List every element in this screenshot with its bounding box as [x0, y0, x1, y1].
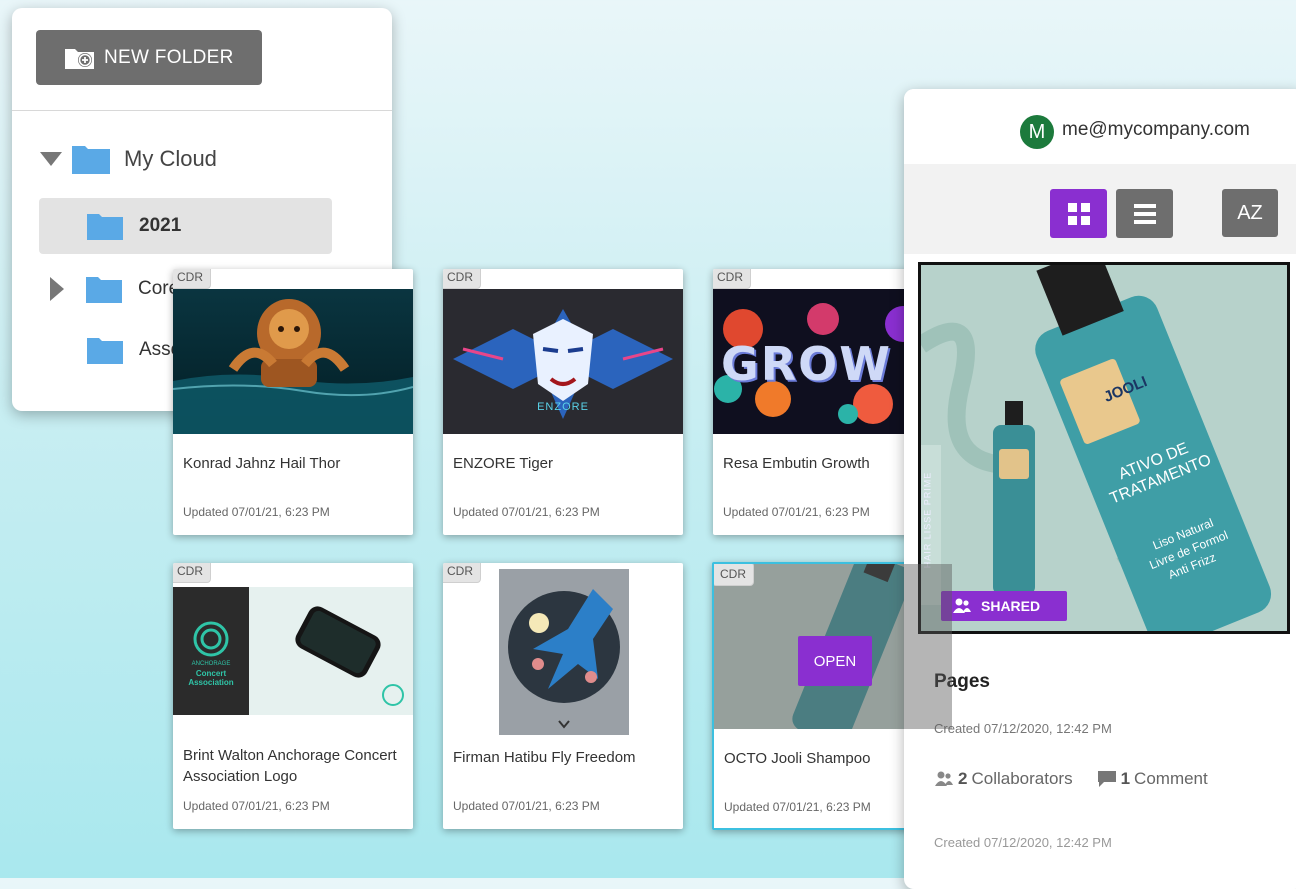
user-email[interactable]: me@mycompany.com [1062, 119, 1250, 141]
file-thumbnail [443, 569, 683, 735]
file-title: ENZORE Tiger [453, 455, 554, 472]
comments-count: 1 [1120, 769, 1131, 788]
file-type-badge: CDR [713, 269, 751, 289]
tree-item-2021[interactable]: 2021 [87, 212, 181, 240]
thumb-text: Concert Association [188, 669, 234, 687]
preview-text: HAIR LISSE PRIME [922, 471, 933, 569]
file-type-badge: CDR [173, 563, 211, 583]
sort-az-button[interactable]: AZ [1222, 189, 1278, 237]
thumb-text: ENZORE [537, 401, 589, 413]
file-updated: Updated 07/01/21, 6:23 PM [183, 505, 330, 519]
collaboration-info: 2 Collaborators 1 Comment [934, 769, 1208, 789]
grid-view-button[interactable] [1050, 189, 1107, 238]
new-folder-label: NEW FOLDER [104, 46, 234, 68]
file-card[interactable]: CDR Konrad Jahnz Hail Thor Updated 07/01… [173, 269, 413, 535]
tree-item-assets[interactable]: Asse [87, 336, 181, 364]
created-date-footer: Created 07/12/2020, 12:42 PM [934, 835, 1112, 850]
shared-badge: SHARED [941, 591, 1067, 621]
chevron-down-icon[interactable] [40, 152, 62, 166]
panel-divider [12, 110, 392, 111]
collaborators-count: 2 [958, 769, 968, 788]
shared-users-icon [953, 598, 971, 613]
thumb-text: GROW [721, 337, 893, 391]
new-folder-icon [65, 48, 94, 69]
file-type-badge: CDR [443, 269, 481, 289]
collaborators-label[interactable]: Collaborators [971, 769, 1072, 789]
tree-label-2021: 2021 [139, 215, 182, 236]
open-button[interactable]: OPEN [798, 636, 872, 686]
folder-icon [87, 214, 123, 240]
file-type-badge: CDR [714, 564, 754, 586]
file-title: Brint Walton Anchorage Concert Associati… [183, 747, 397, 785]
comment-icon [1097, 771, 1116, 787]
file-thumbnail: ANCHORAGE Concert Association [173, 587, 413, 715]
thumb-text: ANCHORAGE [191, 661, 231, 667]
shared-label: SHARED [981, 598, 1041, 614]
file-updated: Updated 07/01/21, 6:23 PM [183, 799, 330, 813]
chevron-right-icon[interactable] [50, 277, 64, 301]
tree-item-my-cloud[interactable]: My Cloud [40, 144, 217, 174]
grid-icon [1067, 202, 1090, 225]
file-title: Firman Hatibu Fly Freedom [453, 749, 636, 766]
file-updated: Updated 07/01/21, 6:23 PM [453, 505, 600, 519]
file-updated: Updated 07/01/21, 6:23 PM [453, 799, 600, 813]
comments-label[interactable]: Comment [1134, 769, 1208, 789]
detail-panel: M me@mycompany.com AZ JOOLI ATIVO DE TRA… [904, 89, 1296, 889]
tree-label-my-cloud: My Cloud [124, 146, 217, 171]
file-type-badge: CDR [173, 269, 211, 289]
list-icon [1133, 203, 1156, 224]
tree-item-core[interactable]: Core [50, 275, 179, 303]
file-title: Konrad Jahnz Hail Thor [183, 455, 341, 472]
file-card[interactable]: CDR ANCHORAGE Concert Association Brint … [173, 563, 413, 829]
collaborators-icon [935, 771, 953, 786]
list-view-button[interactable] [1116, 189, 1173, 238]
sort-az-icon: AZ [1237, 201, 1263, 224]
folder-icon [86, 277, 122, 303]
folder-icon [87, 338, 123, 364]
folder-icon [72, 146, 110, 174]
file-thumbnail [173, 289, 413, 434]
file-updated: Updated 07/01/21, 6:23 PM [723, 505, 870, 519]
new-folder-button[interactable]: NEW FOLDER [36, 30, 262, 85]
file-card[interactable]: CDR Firman Hatibu Fly Freedom Updated 07… [443, 563, 683, 829]
tree-item-selected-bg [39, 198, 332, 254]
file-card[interactable]: CDR ENZORE ENZORE Tiger Updated 07/01/21… [443, 269, 683, 535]
file-type-badge: CDR [443, 563, 481, 583]
preview-image: JOOLI ATIVO DE TRATAMENTO Liso Natural L… [918, 262, 1290, 634]
user-bar: M me@mycompany.com [904, 89, 1296, 164]
avatar[interactable]: M [1020, 115, 1054, 149]
file-updated: Updated 07/01/21, 6:23 PM [724, 800, 871, 814]
file-thumbnail: ENZORE [443, 289, 683, 434]
created-date: Created 07/12/2020, 12:42 PM [934, 721, 1112, 736]
